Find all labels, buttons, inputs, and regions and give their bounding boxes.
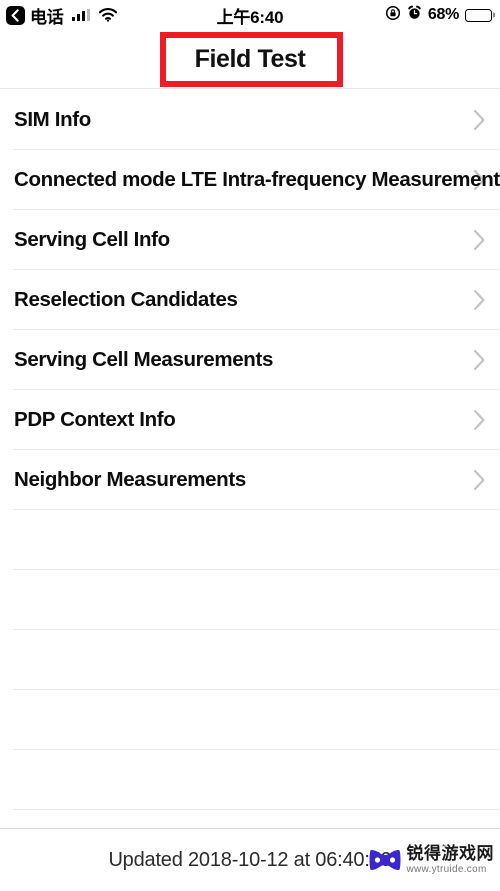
gamepad-icon xyxy=(368,847,402,873)
list-item[interactable]: Serving Cell Measurements xyxy=(0,330,500,390)
list-item-label: Serving Cell Info xyxy=(14,228,170,251)
list-item-label: Neighbor Measurements xyxy=(14,468,246,491)
list-item-label: PDP Context Info xyxy=(14,408,176,431)
watermark-site-url: www.ytruide.com xyxy=(406,864,487,875)
list-item-empty xyxy=(0,690,500,750)
rotation-lock-icon xyxy=(385,5,401,26)
status-bar: 电话 上午6:40 68% xyxy=(0,0,500,30)
battery-icon xyxy=(465,8,492,22)
carrier-label: 电话 xyxy=(30,7,64,27)
list-item[interactable]: Connected mode LTE Intra-frequency Measu… xyxy=(0,150,500,210)
list-item[interactable]: SIM Info xyxy=(0,90,500,150)
status-bar-right: 68% xyxy=(385,5,492,26)
navigation-bar: Field Test xyxy=(0,30,500,89)
chevron-right-icon xyxy=(473,289,486,311)
list-item[interactable]: Serving Cell Info xyxy=(0,210,500,270)
back-chevron-icon[interactable] xyxy=(6,5,25,25)
list-item[interactable]: Reselection Candidates xyxy=(0,270,500,330)
list-item-label: SIM Info xyxy=(14,108,91,131)
list-item-empty xyxy=(0,750,500,810)
list-item-label: Reselection Candidates xyxy=(14,288,238,311)
chevron-right-icon xyxy=(473,229,486,251)
chevron-right-icon xyxy=(473,409,486,431)
list-item-label: Serving Cell Measurements xyxy=(14,348,273,371)
field-test-menu-list: SIM Info Connected mode LTE Intra-frequen… xyxy=(0,90,500,828)
list-item[interactable]: Neighbor Measurements xyxy=(0,450,500,510)
cellular-signal-icon xyxy=(71,8,91,21)
chevron-right-icon xyxy=(473,109,486,131)
chevron-right-icon xyxy=(473,469,486,491)
footer-bar: Updated 2018-10-12 at 06:40:59 ∽ 锐得游戏网 w… xyxy=(0,828,500,891)
battery-percent-label: 68% xyxy=(427,6,459,23)
list-item-empty xyxy=(0,630,500,690)
wifi-icon xyxy=(99,8,118,22)
watermark-site-name: 锐得游戏网 xyxy=(406,844,494,863)
updated-timestamp: Updated 2018-10-12 at 06:40:59 xyxy=(108,848,392,871)
list-item-empty xyxy=(0,810,500,828)
list-item-empty xyxy=(0,570,500,630)
chevron-right-icon xyxy=(473,349,486,371)
list-item[interactable]: PDP Context Info xyxy=(0,390,500,450)
alarm-clock-icon xyxy=(407,5,422,25)
watermark-text-block: 锐得游戏网 www.ytruide.com xyxy=(407,845,495,875)
page-title: Field Test xyxy=(194,44,306,73)
list-item-empty xyxy=(0,510,500,570)
watermark-ghost-mark: ∽ xyxy=(437,838,450,855)
status-bar-left: 电话 xyxy=(6,3,118,28)
watermark: ∽ 锐得游戏网 www.ytruide.com xyxy=(368,838,495,875)
list-item-label: Connected mode LTE Intra-frequency Measu… xyxy=(14,168,500,191)
